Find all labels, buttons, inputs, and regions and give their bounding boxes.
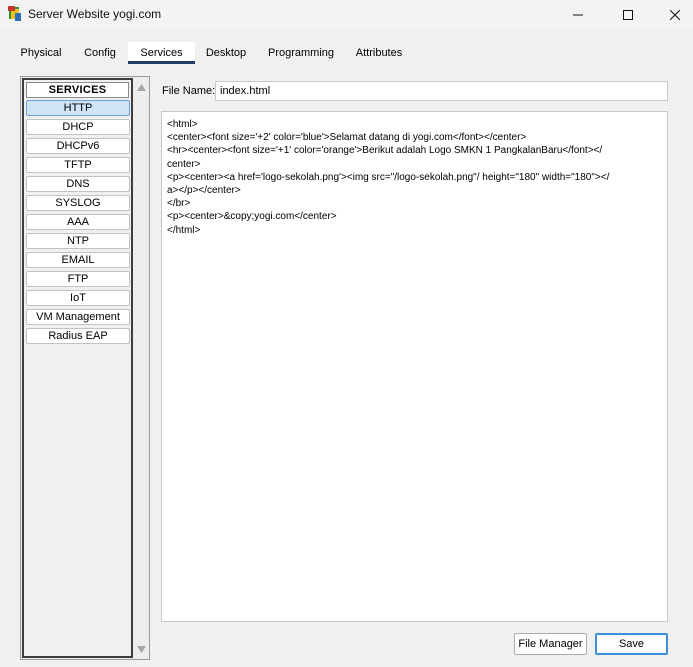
tab-services[interactable]: Services [128, 42, 195, 64]
file-manager-button[interactable]: File Manager [514, 633, 587, 655]
services-header: SERVICES [26, 82, 129, 98]
maximize-icon [623, 10, 633, 20]
close-button[interactable] [652, 0, 693, 30]
service-dns[interactable]: DNS [26, 176, 130, 192]
packet-tracer-server-icon [6, 5, 24, 23]
service-dhcp[interactable]: DHCP [26, 119, 130, 135]
service-ntp[interactable]: NTP [26, 233, 130, 249]
service-email[interactable]: EMAIL [26, 252, 130, 268]
editor-line: </br> [167, 198, 191, 210]
service-radius-eap[interactable]: Radius EAP [26, 328, 130, 344]
maximize-button[interactable] [605, 0, 651, 30]
window-title: Server Website yogi.com [28, 7, 162, 21]
editor-line: </html> [167, 224, 201, 236]
tab-desktop[interactable]: Desktop [198, 42, 254, 64]
editor-line: <html> [167, 119, 198, 130]
minimize-icon [573, 14, 583, 16]
services-list: SERVICES HTTP DHCP DHCPv6 TFTP DNS SYSLO… [20, 76, 150, 660]
minimize-button[interactable] [555, 0, 601, 30]
service-ftp[interactable]: FTP [26, 271, 130, 287]
editor-line: <p><center><a href='logo-sekolah.png'><i… [167, 171, 610, 183]
html-editor[interactable]: <html> <center><font size='+2' color='bl… [161, 111, 668, 622]
file-name-label: File Name: [162, 85, 216, 97]
editor-line: <hr><center><font size='+1' color='orang… [167, 145, 603, 157]
editor-line: <p><center>&copy;yogi.com</center> [167, 211, 337, 223]
tab-config[interactable]: Config [76, 42, 124, 64]
services-list-inner: SERVICES HTTP DHCP DHCPv6 TFTP DNS SYSLO… [22, 78, 133, 658]
editor-line: center> [167, 158, 201, 170]
service-dhcpv6[interactable]: DHCPv6 [26, 138, 130, 154]
service-http[interactable]: HTTP [26, 100, 130, 116]
close-icon [670, 10, 680, 20]
scroll-up-icon[interactable] [137, 84, 146, 91]
service-aaa[interactable]: AAA [26, 214, 130, 230]
save-button[interactable]: Save [595, 633, 668, 655]
file-name-input[interactable] [215, 81, 668, 101]
title-bar: Server Website yogi.com [0, 0, 693, 30]
services-scrollbar[interactable] [134, 78, 149, 658]
editor-line: a></p></center> [167, 185, 241, 197]
tab-bar: Physical Config Services Desktop Program… [10, 42, 690, 64]
service-vm-management[interactable]: VM Management [26, 309, 130, 325]
service-syslog[interactable]: SYSLOG [26, 195, 130, 211]
service-tftp[interactable]: TFTP [26, 157, 130, 173]
tab-programming[interactable]: Programming [262, 42, 340, 64]
tab-attributes[interactable]: Attributes [346, 42, 412, 64]
editor-line: <center><font size='+2' color='blue'>Sel… [167, 132, 527, 144]
service-iot[interactable]: IoT [26, 290, 130, 306]
tab-physical[interactable]: Physical [10, 42, 72, 64]
scroll-down-icon[interactable] [137, 646, 146, 653]
